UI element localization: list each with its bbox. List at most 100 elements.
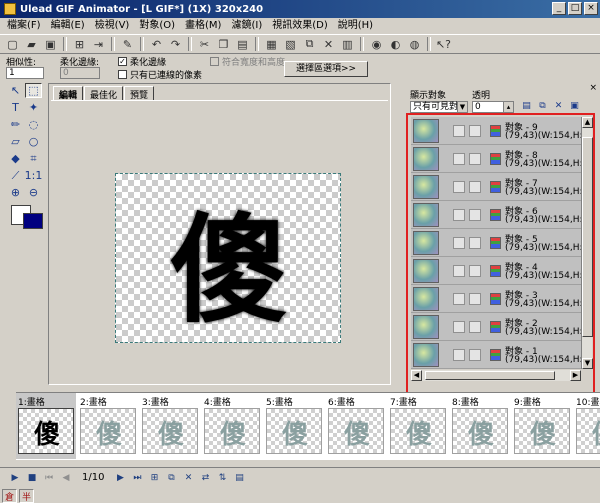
menu-view[interactable]: 檢視(V) xyxy=(90,18,135,33)
frame-glyph: 傻 xyxy=(529,419,556,450)
frame-image: 傻 xyxy=(576,408,600,454)
frame-props-icon[interactable]: ▥ xyxy=(339,36,356,52)
frame-thumbnail[interactable]: 10:畫格 傻 xyxy=(574,393,600,459)
frame-thumbnail[interactable]: 6:畫格 傻 xyxy=(326,393,386,459)
object-props-icon[interactable]: ▤ xyxy=(520,101,533,113)
status-bar: 倉 半 xyxy=(0,489,600,503)
background-color-swatch[interactable] xyxy=(23,213,43,229)
frame-thumbnail[interactable]: 3:畫格 傻 xyxy=(140,393,200,459)
menu-filter[interactable]: 濾鏡(I) xyxy=(226,18,267,33)
maximize-button[interactable]: □ xyxy=(568,2,582,15)
frame-image: 傻 xyxy=(142,408,198,454)
last-frame-icon[interactable]: ⏭ xyxy=(130,471,144,485)
export-icon[interactable]: ⇥ xyxy=(90,36,107,52)
menu-help[interactable]: 說明(H) xyxy=(333,18,378,33)
reverse-frames-icon[interactable]: ⇅ xyxy=(215,471,229,485)
toolbar-separator xyxy=(360,37,364,51)
delete-icon[interactable]: ✕ xyxy=(320,36,337,52)
selection-options-button[interactable]: 選擇區選項>> xyxy=(284,61,368,77)
close-button[interactable]: × xyxy=(584,2,598,15)
fit-size-check-box[interactable] xyxy=(210,57,219,66)
menu-edit[interactable]: 編輯(E) xyxy=(46,18,90,33)
opacity-spinner[interactable]: 0 ▴ xyxy=(472,101,514,113)
duplicate-frame-icon[interactable]: ⧉ xyxy=(164,471,178,485)
save-icon[interactable]: ▣ xyxy=(42,36,59,52)
eyedropper-icon[interactable]: ⟋ xyxy=(7,168,24,183)
frame-image: 傻 xyxy=(80,408,136,454)
save-object-icon[interactable]: ▣ xyxy=(568,101,581,113)
save-frame-icon[interactable]: ▦ xyxy=(263,36,280,52)
tween-icon[interactable]: ◐ xyxy=(387,36,404,52)
properties-icon[interactable]: ▧ xyxy=(282,36,299,52)
new-file-icon[interactable]: ▢ xyxy=(4,36,21,52)
similarity-spinner[interactable]: 1 xyxy=(6,67,44,79)
delete-object-icon[interactable]: ✕ xyxy=(552,101,565,113)
undo-icon[interactable]: ↶ xyxy=(148,36,165,52)
frame-thumbnail[interactable]: 4:畫格 傻 xyxy=(202,393,262,459)
frame-thumbnail[interactable]: 5:畫格 傻 xyxy=(264,393,324,459)
crop-tool-icon[interactable]: ⌗ xyxy=(25,151,42,166)
text-tool-icon[interactable]: T xyxy=(7,100,24,115)
frame-label: 10:畫格 xyxy=(576,398,600,408)
contiguous-check-box[interactable] xyxy=(118,70,127,79)
brush-tool-icon[interactable]: ✏ xyxy=(7,117,24,132)
paste-icon[interactable]: ▤ xyxy=(234,36,251,52)
optimize-icon[interactable]: ◍ xyxy=(406,36,423,52)
copy-icon[interactable]: ❐ xyxy=(215,36,232,52)
help-pointer-icon[interactable]: ↖? xyxy=(435,36,452,52)
chevron-down-icon[interactable]: ▼ xyxy=(457,102,467,112)
minimize-button[interactable]: _ xyxy=(552,2,566,15)
eraser-tool-icon[interactable]: ▱ xyxy=(7,134,24,149)
actual-size-icon[interactable]: 1:1 xyxy=(25,168,43,183)
fit-size-checkbox[interactable]: 符合寬度和高度 xyxy=(210,55,285,68)
cut-icon[interactable]: ✂ xyxy=(196,36,213,52)
feather-spinner[interactable]: 0 xyxy=(60,67,100,79)
menu-frame[interactable]: 畫格(M) xyxy=(180,18,226,33)
antialias-check-box[interactable]: ✓ xyxy=(118,57,127,66)
toolbar-separator xyxy=(188,37,192,51)
web-icon[interactable]: ◉ xyxy=(368,36,385,52)
delete-frame-icon[interactable]: ✕ xyxy=(181,471,195,485)
pointer-tool-icon[interactable]: ↖ xyxy=(7,83,24,98)
spin-arrows-icon[interactable]: ▴ xyxy=(503,102,513,112)
frame-thumbnail[interactable]: 8:畫格 傻 xyxy=(450,393,510,459)
menu-file[interactable]: 檔案(F) xyxy=(2,18,46,33)
frame-properties-icon[interactable]: ▤ xyxy=(232,471,246,485)
window-controls: _ □ × xyxy=(552,2,598,15)
redo-icon[interactable]: ↷ xyxy=(167,36,184,52)
frame-thumbnail[interactable]: 2:畫格 傻 xyxy=(78,393,138,459)
menu-video-fx[interactable]: 視訊效果(D) xyxy=(267,18,333,33)
toolbar-separator xyxy=(140,37,144,51)
zoom-in-icon[interactable]: ⊕ xyxy=(7,185,24,200)
frame-label: 5:畫格 xyxy=(266,398,293,408)
stop-icon[interactable]: ■ xyxy=(25,471,39,485)
duplicate-icon[interactable]: ⧉ xyxy=(301,36,318,52)
frame-thumbnail[interactable]: 1:畫格 傻 xyxy=(16,393,76,459)
add-image-icon[interactable]: ⊞ xyxy=(71,36,88,52)
add-frame-icon[interactable]: ⊞ xyxy=(147,471,161,485)
select-tool-icon[interactable]: ⬚ xyxy=(25,83,42,98)
antialias-checkbox[interactable]: ✓ 柔化邊緣 xyxy=(118,55,166,68)
paint-bucket-icon[interactable]: ◆ xyxy=(7,151,24,166)
previous-frame-icon[interactable]: ◀ xyxy=(59,471,73,485)
frame-counter: 1/10 xyxy=(82,472,105,483)
open-file-icon[interactable]: ▰ xyxy=(23,36,40,52)
contiguous-checkbox[interactable]: 只有已連線的像素 xyxy=(118,68,202,81)
ellipse-select-icon[interactable]: ○ xyxy=(25,134,42,149)
zoom-out-icon[interactable]: ⊖ xyxy=(25,185,42,200)
next-frame-icon[interactable]: ▶ xyxy=(113,471,127,485)
tween-frames-icon[interactable]: ⇄ xyxy=(198,471,212,485)
frame-thumbnail[interactable]: 9:畫格 傻 xyxy=(512,393,572,459)
show-filter-dropdown[interactable]: 只有可見對 ▼ xyxy=(410,101,468,113)
frame-label: 3:畫格 xyxy=(142,398,169,408)
first-frame-icon[interactable]: ⏮ xyxy=(42,471,56,485)
duplicate-object-icon[interactable]: ⧉ xyxy=(536,101,549,113)
playback-bar: ▶ ■ ⏮ ◀ 1/10 ▶ ⏭ ⊞ ⧉ ✕ ⇄ ⇅ ▤ xyxy=(0,467,600,487)
frame-thumbnail[interactable]: 7:畫格 傻 xyxy=(388,393,448,459)
lasso-tool-icon[interactable]: ◌ xyxy=(25,117,42,132)
play-icon[interactable]: ▶ xyxy=(8,471,22,485)
image-canvas[interactable]: 傻 xyxy=(115,173,341,343)
launch-editor-icon[interactable]: ✎ xyxy=(119,36,136,52)
magic-wand-icon[interactable]: ✦ xyxy=(25,100,42,115)
menu-object[interactable]: 對象(O) xyxy=(134,18,180,33)
